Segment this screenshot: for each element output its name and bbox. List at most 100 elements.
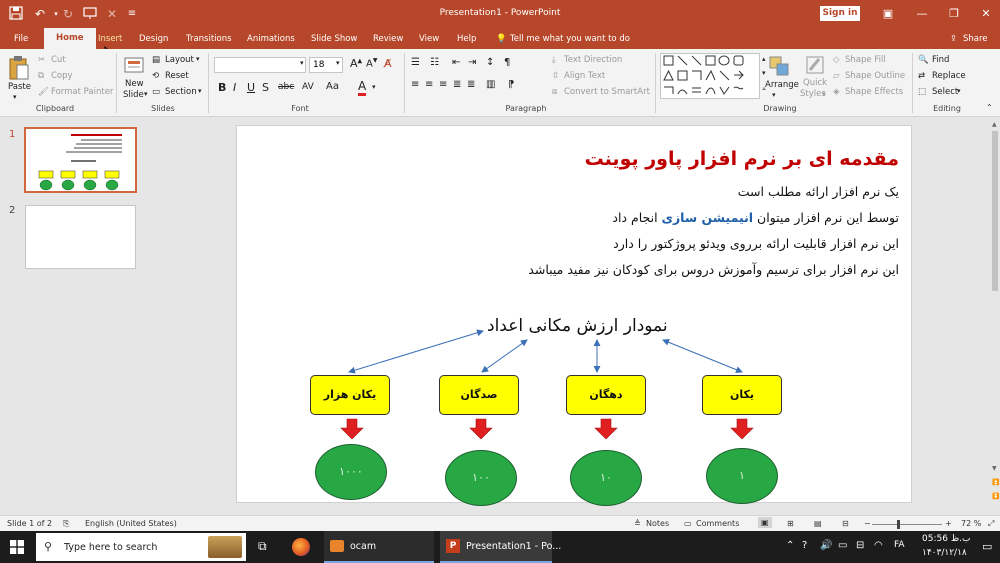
cut-icon[interactable]: ✂ — [38, 55, 45, 65]
value-circle-1000[interactable]: ۱۰۰۰ — [315, 444, 387, 500]
bold-button[interactable]: B — [218, 81, 226, 94]
strikethrough-button[interactable]: abc — [278, 82, 294, 92]
select-button[interactable]: Select — [932, 87, 958, 97]
scroll-down-icon[interactable]: ▼ — [992, 465, 997, 472]
font-name-input[interactable] — [214, 57, 306, 73]
increase-font-icon[interactable]: A▲ — [350, 57, 362, 70]
change-case-button[interactable]: Aa — [326, 81, 339, 92]
value-circle-100[interactable]: ۱۰۰ — [445, 450, 517, 506]
increase-indent-icon[interactable]: ⇥ — [468, 57, 476, 68]
slide-thumbnail-2[interactable] — [25, 205, 136, 269]
layout-dropdown-icon[interactable]: ▾ — [196, 55, 200, 63]
shape-fill-button[interactable]: Shape Fill — [845, 55, 886, 65]
tab-animations[interactable]: Animations — [247, 31, 295, 47]
tab-insert[interactable]: Insert — [98, 31, 122, 47]
paste-dropdown-icon[interactable]: ▾ — [13, 93, 17, 101]
justify-icon[interactable]: ≣ — [453, 79, 461, 90]
zoom-in-icon[interactable]: + — [945, 519, 952, 528]
paste-button[interactable]: Paste — [8, 82, 31, 92]
volume-icon[interactable]: 🔊 — [820, 540, 832, 551]
tray-help-icon[interactable]: ? — [802, 540, 807, 551]
arrange-dropdown-icon[interactable]: ▾ — [772, 91, 776, 99]
underline-button[interactable]: U — [247, 81, 255, 94]
zoom-out-icon[interactable]: − — [864, 519, 871, 528]
notes-icon[interactable]: ≜ — [634, 519, 641, 528]
scroll-up-icon[interactable]: ▲ — [992, 121, 997, 128]
format-painter-button[interactable]: Format Painter — [51, 87, 113, 97]
shape-outline-icon[interactable]: ▱ — [833, 71, 840, 81]
restore-button[interactable]: ❐ — [944, 6, 964, 22]
italic-button[interactable]: I — [233, 81, 236, 94]
replace-icon[interactable]: ⇄ — [918, 71, 925, 81]
align-center-icon[interactable]: ≡ — [425, 79, 433, 90]
select-dropdown-icon[interactable]: ▾ — [957, 87, 961, 95]
shadow-button[interactable]: S — [262, 81, 269, 94]
convert-smartart-button[interactable]: Convert to SmartArt — [564, 87, 650, 97]
new-slide-icon[interactable] — [124, 55, 146, 77]
font-color-dropdown-icon[interactable]: ▾ — [372, 83, 376, 91]
zoom-slider[interactable] — [872, 524, 942, 525]
decrease-font-icon[interactable]: A▼ — [366, 57, 377, 69]
slide-thumbnail-1[interactable] — [24, 127, 137, 193]
paste-icon[interactable] — [8, 55, 30, 81]
task-view-icon[interactable]: ⧉ — [258, 539, 267, 554]
clock-time[interactable]: 05:56 ب.ظ — [922, 534, 970, 544]
copy-button[interactable]: Copy — [51, 71, 73, 81]
shape-outline-button[interactable]: Shape Outline — [845, 71, 905, 81]
decrease-indent-icon[interactable]: ⇤ — [452, 57, 460, 68]
tab-home[interactable]: Home — [44, 28, 96, 49]
battery-icon[interactable]: ▭ — [838, 540, 847, 551]
close-button[interactable]: ✕ — [976, 6, 996, 22]
new-slide-dropdown-icon[interactable]: ▾ — [144, 90, 148, 98]
font-color-button[interactable]: A — [358, 80, 367, 96]
align-text-button[interactable]: Align Text — [564, 71, 605, 81]
reset-button[interactable]: Reset — [165, 71, 189, 81]
minimize-button[interactable]: — — [912, 6, 932, 22]
place-box-tens[interactable]: دهگان — [566, 375, 646, 415]
smartart-icon[interactable]: ⧈ — [552, 87, 557, 97]
reset-icon[interactable]: ⟲ — [152, 71, 159, 81]
spelling-icon[interactable]: ⎘ — [63, 519, 69, 529]
section-icon[interactable]: ▭ — [152, 87, 160, 97]
share-button[interactable]: Share — [963, 31, 988, 47]
format-painter-icon[interactable]: 🖌 — [38, 87, 49, 97]
align-text-icon[interactable]: ⇳ — [552, 71, 559, 81]
firefox-icon[interactable] — [292, 538, 310, 556]
tab-review[interactable]: Review — [373, 31, 403, 47]
taskbar-app-ocam[interactable]: ocam — [324, 531, 434, 563]
tab-transitions[interactable]: Transitions — [186, 31, 232, 47]
place-box-thousands[interactable]: یکان هزار — [310, 375, 390, 415]
shapes-scroll-down-icon[interactable]: ▾ — [762, 69, 766, 77]
notifications-icon[interactable]: ▭ — [982, 540, 992, 553]
find-icon[interactable]: 🔍 — [918, 55, 929, 65]
shape-effects-button[interactable]: Shape Effects — [845, 87, 903, 97]
vertical-scrollbar[interactable]: ▲ ▼ ⏫ ⏬ — [990, 117, 1000, 515]
comments-icon[interactable]: ▭ — [684, 519, 692, 528]
replace-button[interactable]: Replace — [932, 71, 966, 81]
font-size-dropdown-icon[interactable]: ▾ — [336, 59, 340, 67]
value-circle-1[interactable]: ۱ — [706, 448, 778, 504]
tab-file[interactable]: File — [14, 31, 28, 47]
arrange-button[interactable]: Arrange — [765, 80, 799, 90]
layout-icon[interactable]: ▤ — [152, 55, 160, 65]
tab-view[interactable]: View — [419, 31, 439, 47]
layout-button[interactable]: Layout — [165, 55, 194, 65]
normal-view-icon[interactable]: ▣ — [758, 517, 772, 528]
share-icon[interactable]: ⇪ — [950, 31, 957, 47]
rtl-icon[interactable]: ¶ — [504, 57, 510, 68]
bullets-icon[interactable]: ☰ — [411, 57, 420, 68]
wifi-icon[interactable]: ◠ — [874, 540, 883, 551]
place-box-hundreds[interactable]: صدگان — [439, 375, 519, 415]
distributed-icon[interactable]: ≣ — [467, 79, 475, 90]
language-icon[interactable]: FA — [894, 540, 905, 550]
ribbon-display-icon[interactable]: ▣ — [878, 6, 898, 22]
shape-fill-icon[interactable]: ◇ — [833, 55, 840, 65]
select-icon[interactable]: ⬚ — [918, 87, 926, 97]
tab-slide-show[interactable]: Slide Show — [311, 31, 357, 47]
collapse-ribbon-icon[interactable]: ⌃ — [986, 103, 993, 112]
sign-in-button[interactable]: Sign in — [820, 6, 860, 21]
columns-icon[interactable]: ▥ — [486, 79, 495, 90]
new-slide-button-line2[interactable]: Slide — [123, 90, 144, 100]
main-slide[interactable]: مقدمه ای بر نرم افزار پاور پوینت یک نرم … — [236, 125, 912, 506]
copy-icon[interactable]: ⧉ — [38, 71, 44, 81]
